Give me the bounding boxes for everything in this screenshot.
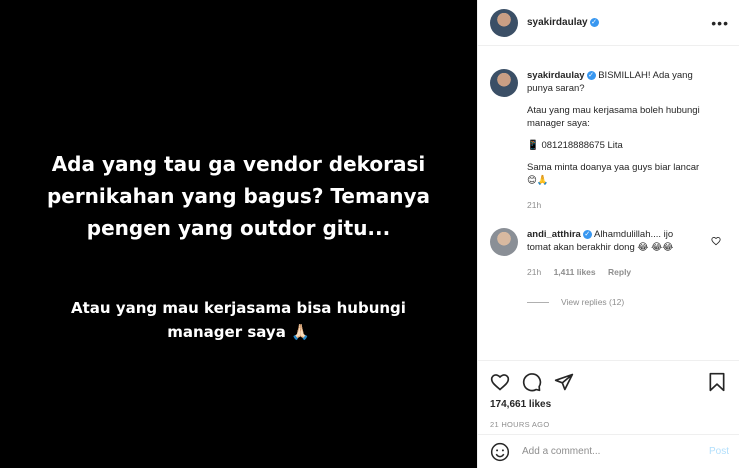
caption-username[interactable]: syakirdaulay bbox=[527, 70, 585, 81]
comments-section: syakirdaulay ✓ BISMILLAH! Ada yang punya … bbox=[478, 47, 739, 359]
comment-username[interactable]: andi_atthira bbox=[527, 229, 581, 240]
more-options-icon[interactable]: ••• bbox=[711, 15, 729, 31]
post-side-panel: syakirdaulay ✓ ••• syakirdaulay ✓ BISMILL… bbox=[477, 0, 739, 468]
avatar[interactable] bbox=[490, 69, 518, 97]
comment-input[interactable] bbox=[522, 446, 692, 457]
post-button[interactable]: Post bbox=[709, 446, 729, 457]
verified-badge-icon: ✓ bbox=[586, 70, 596, 80]
comment-likes[interactable]: 1,411 likes bbox=[554, 267, 596, 277]
comment-bubble-icon[interactable] bbox=[522, 372, 542, 392]
post-media[interactable]: Ada yang tau ga vendor dekorasi pernikah… bbox=[0, 0, 477, 468]
media-text-main: Ada yang tau ga vendor dekorasi pernikah… bbox=[46, 152, 431, 240]
caption-time: 21h bbox=[527, 200, 542, 210]
media-text-secondary: Atau yang mau kerjasama bisa hubungi man… bbox=[71, 299, 406, 341]
view-replies-link[interactable]: View replies (12) bbox=[527, 297, 727, 307]
post-header: syakirdaulay ✓ ••• bbox=[478, 0, 739, 46]
like-heart-icon[interactable] bbox=[490, 372, 510, 392]
caption-text-2: Atau yang mau kerjasama boleh hubungi ma… bbox=[527, 105, 700, 129]
comment-item: andi_atthira ✓ Alhamdulillah.... ijo toma… bbox=[490, 228, 727, 279]
view-replies-label: View replies (12) bbox=[561, 297, 625, 307]
comment-like-heart-icon[interactable] bbox=[711, 236, 721, 249]
header-username[interactable]: syakirdaulay bbox=[527, 17, 588, 28]
caption-text-4: Sama minta doanya yaa guys biar lancar 😊… bbox=[527, 162, 700, 186]
reply-button[interactable]: Reply bbox=[608, 267, 631, 277]
post-actions: 174,661 likes 21 HOURS AGO bbox=[478, 360, 739, 429]
add-comment-bar: Post bbox=[478, 434, 739, 468]
post-timestamp: 21 HOURS AGO bbox=[490, 420, 550, 429]
avatar[interactable] bbox=[490, 8, 518, 37]
caption: syakirdaulay ✓ BISMILLAH! Ada yang punya … bbox=[490, 69, 727, 212]
divider bbox=[527, 301, 549, 303]
likes-count[interactable]: 174,661 likes bbox=[490, 399, 727, 410]
share-paper-plane-icon[interactable] bbox=[554, 372, 574, 392]
instagram-post-view: Ada yang tau ga vendor dekorasi pernikah… bbox=[0, 0, 739, 468]
comment-time: 21h bbox=[527, 267, 542, 277]
avatar[interactable] bbox=[490, 228, 518, 256]
bookmark-icon[interactable] bbox=[707, 372, 727, 392]
verified-badge-icon: ✓ bbox=[589, 18, 599, 27]
caption-text-3: 📱 081218888675 Lita bbox=[527, 140, 623, 151]
emoji-icon[interactable] bbox=[490, 442, 510, 462]
verified-badge-icon: ✓ bbox=[582, 229, 592, 239]
